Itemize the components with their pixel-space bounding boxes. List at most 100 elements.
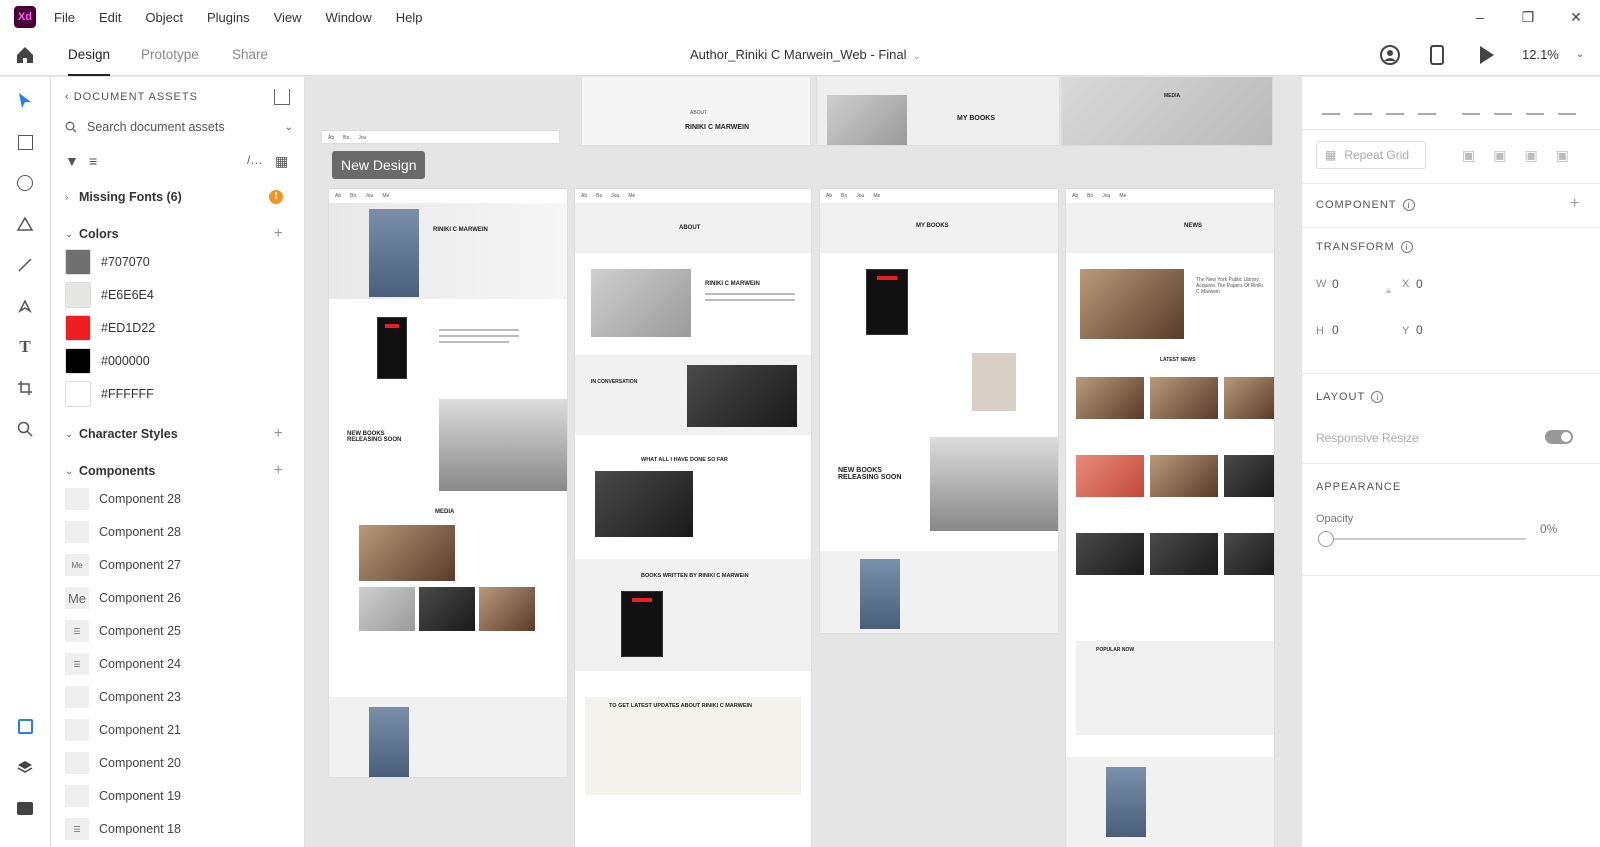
component-item[interactable]: Me Component 27 [65, 553, 181, 577]
filter-icon[interactable]: ▼ [65, 153, 79, 169]
align-center-icon[interactable] [1494, 97, 1512, 115]
chevron-down-icon[interactable]: ⌄ [285, 122, 293, 133]
ellipse-tool-icon[interactable] [13, 171, 37, 195]
maximize-button[interactable]: ❐ [1504, 0, 1552, 34]
artboard-media-top[interactable]: MEDIA [1062, 77, 1272, 145]
align-right-icon[interactable] [1526, 97, 1544, 115]
width-field[interactable]: 0 [1332, 277, 1339, 291]
component-item[interactable]: ☰ Component 25 [65, 619, 181, 643]
component-item[interactable]: Component 23 [65, 685, 181, 709]
color-swatch-row[interactable]: #FFFFFF [65, 381, 154, 407]
grid-view-icon[interactable]: ▦ [275, 153, 288, 170]
x-field[interactable]: 0 [1416, 277, 1423, 291]
edit-icon[interactable]: /… [247, 153, 262, 167]
artboard-books[interactable]: Ab Bo Jou Me MY BOOKS NEW BOOKS RELEASING S… [820, 189, 1058, 633]
close-button[interactable]: ✕ [1552, 0, 1600, 34]
tab-prototype[interactable]: Prototype [141, 34, 199, 76]
artboard-about-top[interactable]: ABOUT RINIKI C MARWEIN [582, 77, 810, 145]
repeat-grid-button[interactable]: ▦ Repeat Grid [1316, 141, 1426, 169]
artboard-books-top[interactable]: MY BOOKS [817, 77, 1059, 145]
add-color-icon[interactable]: + [274, 225, 283, 243]
color-swatch-row[interactable]: #707070 [65, 249, 150, 275]
user-icon[interactable] [1380, 45, 1400, 65]
zoom-level[interactable]: 12.1% [1522, 34, 1559, 76]
color-swatch-row[interactable]: #ED1D22 [65, 315, 155, 341]
opacity-value[interactable]: 0% [1540, 522, 1557, 536]
align-middle-icon[interactable] [1354, 97, 1372, 115]
sort-icon[interactable]: ≡ [89, 153, 97, 169]
component-item[interactable]: Me Component 26 [65, 586, 181, 610]
responsive-resize-toggle[interactable] [1545, 430, 1573, 444]
components-section[interactable]: ⌄ Components + [65, 461, 293, 481]
menu-plugins[interactable]: Plugins [207, 10, 250, 25]
plugins-icon[interactable] [13, 796, 37, 820]
design-canvas[interactable]: Ab Bo Jou New Design ABOUT RINIKI C MARWEI… [305, 77, 1301, 847]
tab-design[interactable]: Design [68, 34, 111, 76]
missing-fonts-row[interactable]: › Missing Fonts (6) ! [65, 187, 293, 207]
align-top-icon[interactable] [1322, 97, 1340, 115]
add-component-icon[interactable]: + [274, 462, 283, 480]
colors-section[interactable]: ⌄ Colors + [65, 224, 293, 244]
nav-item: Jou [358, 135, 367, 141]
component-item[interactable]: Component 28 [65, 487, 181, 511]
zoom-tool-icon[interactable] [13, 417, 37, 441]
minimize-button[interactable]: – [1456, 0, 1504, 34]
export-icon[interactable] [274, 89, 290, 105]
add-component-icon[interactable]: + [1570, 195, 1579, 213]
assets-header[interactable]: ‹ DOCUMENT ASSETS [65, 91, 198, 103]
distribute-horizontal-icon[interactable] [1558, 97, 1576, 115]
play-icon[interactable] [1480, 46, 1494, 64]
color-swatch-row[interactable]: #E6E6E4 [65, 282, 154, 308]
menu-edit[interactable]: Edit [99, 10, 121, 25]
info-icon[interactable]: i [1371, 391, 1384, 403]
assets-panel-icon[interactable] [13, 714, 37, 738]
rectangle-tool-icon[interactable] [13, 130, 37, 154]
artboard-nav-strip[interactable]: Ab Bo Jou [322, 131, 559, 143]
menu-object[interactable]: Object [145, 10, 183, 25]
component-item[interactable]: Component 28 [65, 520, 181, 544]
lock-icon[interactable]: 🔒︎ [1386, 285, 1391, 296]
search-input[interactable]: Search document assets [87, 120, 225, 134]
info-icon[interactable]: i [1400, 241, 1413, 253]
distribute-vertical-icon[interactable] [1418, 97, 1436, 115]
document-title[interactable]: Author_Riniki C Marwein_Web - Final ⌄ [690, 34, 921, 76]
y-field[interactable]: 0 [1416, 323, 1423, 337]
line-tool-icon[interactable] [13, 253, 37, 277]
menu-view[interactable]: View [274, 10, 302, 25]
add-character-style-icon[interactable]: + [274, 425, 283, 443]
boolean-ops-icons[interactable]: ▣▣▣▣ [1462, 147, 1582, 163]
zoom-chevron-icon[interactable]: ⌄ [1576, 34, 1584, 76]
select-tool-icon[interactable] [13, 89, 37, 113]
color-swatch-row[interactable]: #000000 [65, 348, 150, 374]
info-icon[interactable]: i [1402, 199, 1415, 211]
menu-help[interactable]: Help [396, 10, 423, 25]
character-styles-section[interactable]: ⌄ Character Styles + [65, 424, 293, 444]
align-left-icon[interactable] [1462, 97, 1480, 115]
opacity-slider-handle[interactable] [1318, 531, 1334, 547]
component-item[interactable]: ☰ Component 24 [65, 652, 181, 676]
new-design-label[interactable]: New Design [332, 151, 426, 179]
back-chevron-icon[interactable]: ‹ [65, 91, 74, 103]
tab-share[interactable]: Share [232, 34, 268, 76]
book-cover [377, 317, 407, 379]
artboard-home[interactable]: Ab Bo Jou Me RINIKI C MARWEIN NEW BOOKS REL… [329, 189, 567, 777]
device-preview-icon[interactable] [1430, 45, 1444, 65]
pen-tool-icon[interactable] [13, 294, 37, 318]
opacity-slider-track[interactable] [1326, 538, 1526, 540]
artboard-about[interactable]: Ab Bo Jou Me ABOUT RINIKI C MARWEIN IN CONV… [575, 189, 811, 847]
artboard-news[interactable]: Ab Bo Jou Me NEWS The New York Public Libra… [1066, 189, 1274, 847]
artboard-tool-icon[interactable] [13, 376, 37, 400]
layers-icon[interactable] [13, 755, 37, 779]
home-icon[interactable] [14, 44, 36, 66]
menu-file[interactable]: File [54, 10, 75, 25]
height-field[interactable]: 0 [1332, 323, 1339, 337]
component-item[interactable]: Component 21 [65, 718, 181, 742]
polygon-tool-icon[interactable] [13, 212, 37, 236]
component-item[interactable]: ☰ Component 18 [65, 817, 181, 841]
align-bottom-icon[interactable] [1386, 97, 1404, 115]
text-tool-icon[interactable]: T [13, 335, 37, 359]
menu-window[interactable]: Window [326, 10, 372, 25]
component-item[interactable]: Component 20 [65, 751, 181, 775]
component-item[interactable]: Component 19 [65, 784, 181, 808]
search-assets[interactable]: Search document assets ⌄ [65, 115, 293, 139]
